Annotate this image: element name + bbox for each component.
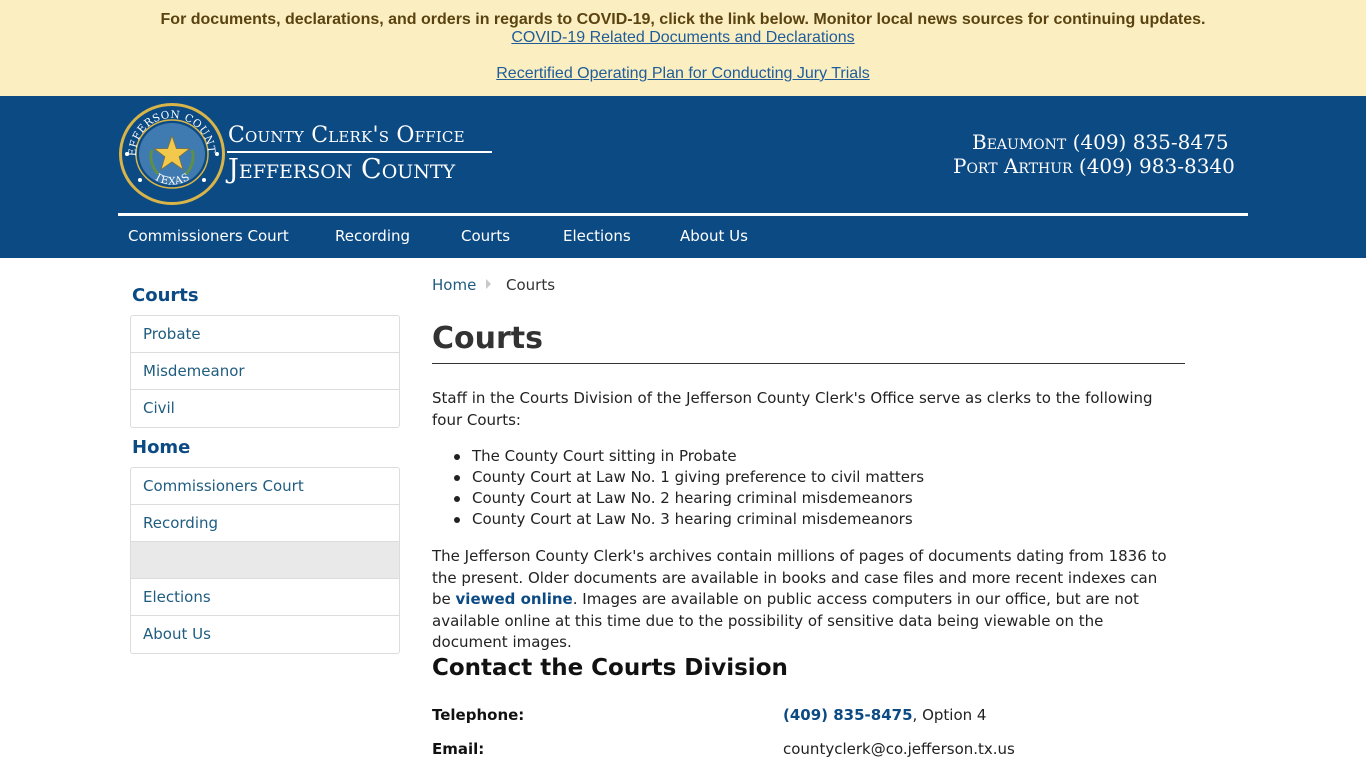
intro-paragraph: Staff in the Courts Division of the Jeff… bbox=[432, 389, 1153, 429]
breadcrumb-current: Courts bbox=[506, 276, 556, 294]
list-item: County Court at Law No. 1 giving prefere… bbox=[453, 468, 925, 486]
page-title: Courts bbox=[432, 321, 543, 356]
nav-courts[interactable]: Courts bbox=[461, 227, 510, 245]
covid-documents-link[interactable]: COVID-19 Related Documents and Declarati… bbox=[511, 29, 854, 46]
county-title: Jefferson County bbox=[228, 154, 456, 185]
title-divider bbox=[227, 151, 492, 153]
title-rule bbox=[432, 363, 1185, 364]
jury-trials-plan-link[interactable]: Recertified Operating Plan for Conductin… bbox=[496, 65, 870, 82]
site-header: JEFFERSON COUNTY TEXAS County Clerk's Of… bbox=[0, 96, 1366, 258]
office-title: County Clerk's Office bbox=[228, 123, 465, 148]
nav-elections[interactable]: Elections bbox=[563, 227, 631, 245]
telephone-option: , Option 4 bbox=[912, 706, 987, 724]
telephone-link[interactable]: (409) 835-8475 bbox=[783, 706, 913, 724]
sidebar-courts-list: Probate Misdemeanor Civil bbox=[130, 315, 400, 428]
list-item: County Court at Law No. 2 hearing crimin… bbox=[453, 488, 924, 509]
sidebar-heading-courts[interactable]: Courts bbox=[132, 285, 199, 306]
sidebar-item-about-us[interactable]: About Us bbox=[131, 616, 399, 653]
alert-message: For documents, declarations, and orders … bbox=[160, 11, 1206, 28]
sidebar-item-recording[interactable]: Recording bbox=[131, 505, 399, 542]
sidebar-item-active-blank[interactable] bbox=[131, 542, 399, 579]
phone-port-arthur: Port Arthur (409) 983-8340 bbox=[953, 154, 1235, 178]
courts-list: The County Court sitting in Probate Coun… bbox=[453, 446, 925, 530]
covid-alert-banner: For documents, declarations, and orders … bbox=[0, 0, 1366, 96]
county-seal-logo[interactable]: JEFFERSON COUNTY TEXAS bbox=[118, 102, 226, 206]
nav-commissioners-court[interactable]: Commissioners Court bbox=[128, 227, 289, 245]
breadcrumb-chevron-icon bbox=[486, 279, 491, 289]
email-label: Email: bbox=[432, 740, 485, 758]
archives-paragraph: The Jefferson County Clerk's archives co… bbox=[432, 546, 1177, 654]
phone-beaumont: Beaumont (409) 835-8475 bbox=[972, 130, 1229, 154]
sidebar-item-commissioners-court[interactable]: Commissioners Court bbox=[131, 468, 399, 505]
nav-recording[interactable]: Recording bbox=[335, 227, 410, 245]
list-item: The County Court sitting in Probate bbox=[453, 446, 924, 467]
telephone-value: (409) 835-8475, Option 4 bbox=[783, 706, 986, 724]
list-item: County Court at Law No. 3 hearing crimin… bbox=[453, 509, 924, 530]
sidebar-item-civil[interactable]: Civil bbox=[131, 390, 399, 427]
header-divider bbox=[118, 213, 1248, 216]
breadcrumb-home[interactable]: Home bbox=[432, 276, 476, 294]
nav-about-us[interactable]: About Us bbox=[680, 227, 748, 245]
contact-heading: Contact the Courts Division bbox=[432, 655, 788, 681]
sidebar-heading-home[interactable]: Home bbox=[132, 437, 190, 458]
sidebar-home-list: Commissioners Court Recording Elections … bbox=[130, 467, 400, 654]
sidebar-item-elections[interactable]: Elections bbox=[131, 579, 399, 616]
sidebar-item-misdemeanor[interactable]: Misdemeanor bbox=[131, 353, 399, 390]
email-value[interactable]: countyclerk@co.jefferson.tx.us bbox=[783, 740, 1015, 758]
sidebar-item-probate[interactable]: Probate bbox=[131, 316, 399, 353]
telephone-label: Telephone: bbox=[432, 706, 525, 724]
viewed-online-link[interactable]: viewed online bbox=[456, 590, 573, 608]
breadcrumb: Home bbox=[432, 276, 476, 294]
